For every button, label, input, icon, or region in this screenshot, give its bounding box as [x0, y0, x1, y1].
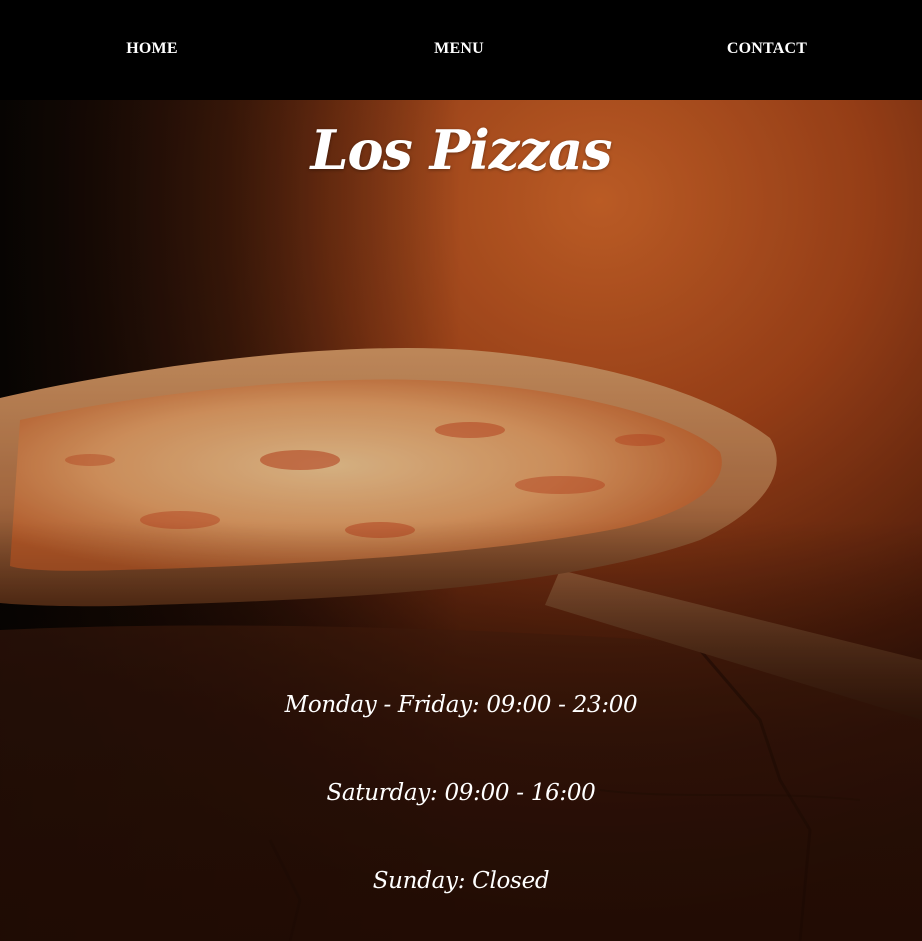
nav-menu-link[interactable]: MENU	[434, 40, 484, 58]
hours-weekdays: Monday - Friday: 09:00 - 23:00	[284, 692, 638, 718]
top-navbar: HOME MENU CONTACT	[0, 0, 922, 100]
hero-background-image	[0, 100, 922, 941]
hero-section: Los Pizzas Monday - Friday: 09:00 - 23:0…	[0, 100, 922, 941]
restaurant-title: Los Pizzas	[310, 118, 612, 182]
hours-sunday: Sunday: Closed	[372, 868, 550, 894]
page: HOME MENU CONTACT Los Pizzas Monday - Fr…	[0, 0, 922, 941]
nav-contact-link[interactable]: CONTACT	[727, 40, 807, 58]
hours-saturday: Saturday: 09:00 - 16:00	[326, 780, 596, 806]
nav-home-link[interactable]: HOME	[126, 40, 177, 58]
